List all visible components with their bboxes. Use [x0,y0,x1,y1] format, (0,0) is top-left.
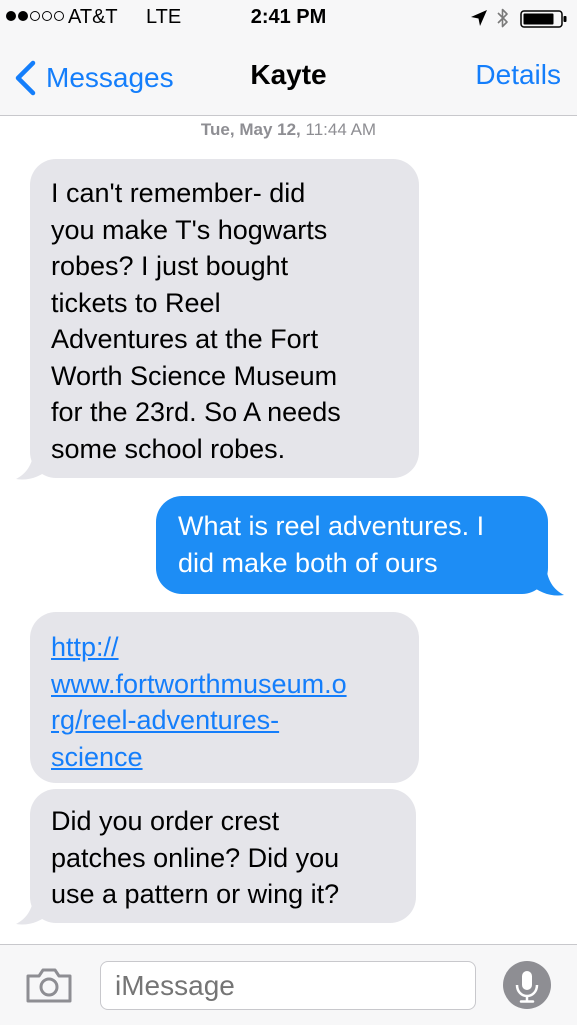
timestamp-day: Tue, May 12, [200,120,301,139]
message-line: Worth Science Museum [51,360,338,391]
bluetooth-icon [497,8,508,28]
message-line: I can't remember- did [51,178,306,208]
battery-icon [520,10,567,28]
message-input[interactable] [100,961,476,1010]
outgoing-message-bubble[interactable]: What is reel adventures. I did make both… [156,496,548,594]
message-line: Adventures at the Fort [51,324,319,354]
message-line: did make both of ours [178,547,438,578]
message-link[interactable]: www.fortworthmuseum.o [51,666,399,703]
incoming-message-bubble[interactable]: I can't remember- did you make T's hogwa… [30,159,419,478]
navigation-bar: Messages Kayte Details [0,38,577,116]
conversation-timestamp: Tue, May 12, 11:44 AM [0,120,577,140]
message-line: robes? I just bought [51,251,289,281]
microphone-icon[interactable] [503,961,551,1009]
message-line: use a pattern or wing it? [51,879,340,909]
message-line: patches online? Did you [51,842,340,873]
bubble-tail [16,446,50,480]
camera-icon[interactable] [25,967,73,1003]
message-input-bar [0,944,577,1025]
status-bar: AT&T LTE 2:41 PM [0,0,577,38]
details-button[interactable]: Details [475,59,561,91]
status-time: 2:41 PM [250,6,327,28]
incoming-message-bubble[interactable]: Did you order crest patches online? Did … [30,789,416,923]
bubble-tail [16,891,50,925]
message-line: What is reel adventures. I [178,511,485,541]
message-line: Did you order crest [51,806,280,836]
message-line: you make T's hogwarts [51,214,328,245]
bubble-tail [530,562,564,596]
message-link[interactable]: science [51,739,399,776]
message-line: for the 23rd. So A needs [51,397,341,427]
incoming-message-bubble: http:// www.fortworthmuseum.o rg/reel-ad… [30,612,419,783]
timestamp-time: 11:44 AM [305,120,377,139]
message-link[interactable]: rg/reel-adventures- [51,702,399,739]
message-line: tickets to Reel [51,287,221,318]
message-line: some school robes. [51,433,286,464]
message-link[interactable]: http:// [51,629,399,666]
location-arrow-icon [471,10,487,26]
